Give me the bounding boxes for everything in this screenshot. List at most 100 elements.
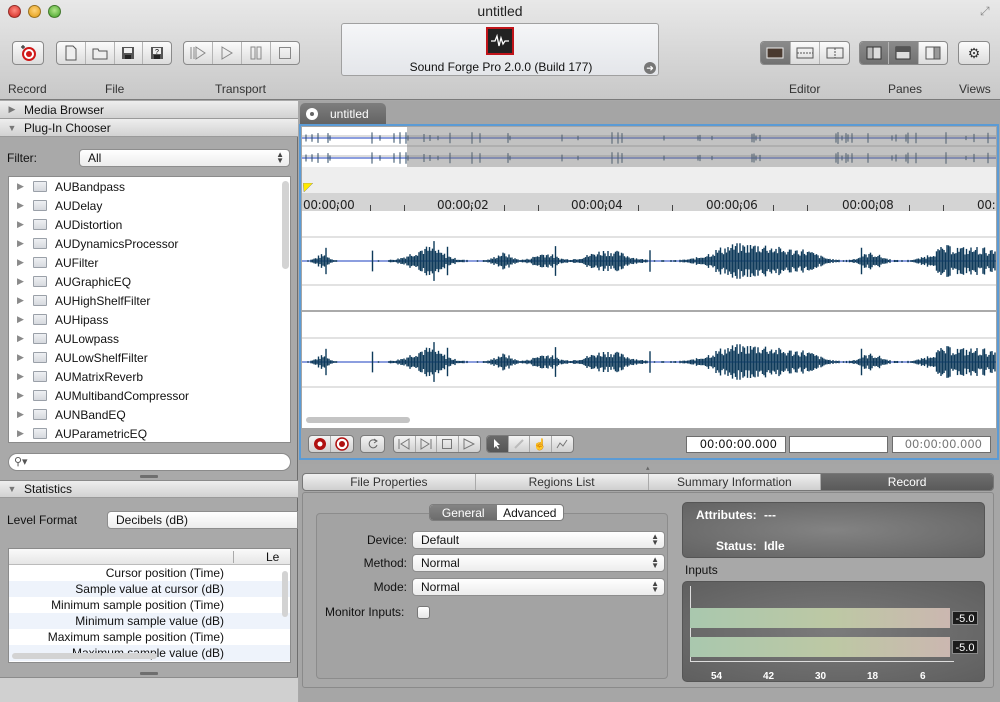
level-column-header[interactable]: Le xyxy=(266,550,279,564)
plugin-folder-icon xyxy=(33,238,47,249)
pane-left-button[interactable] xyxy=(860,42,890,64)
splitter-handle[interactable] xyxy=(140,672,158,675)
plugin-folder-icon xyxy=(33,371,47,382)
plugin-list-item[interactable]: ▶ AUMultibandCompressor xyxy=(9,386,290,405)
editor-single-view-button[interactable] xyxy=(761,42,791,64)
plugin-list-item[interactable]: ▶ AUDynamicsProcessor xyxy=(9,234,290,253)
plugin-list-item[interactable]: ▶ AUBandpass xyxy=(9,177,290,196)
general-tab[interactable]: General xyxy=(430,505,497,520)
stop-button[interactable] xyxy=(437,436,459,452)
scrub-tool-button[interactable]: ☝ xyxy=(530,436,552,452)
new-file-button[interactable] xyxy=(57,42,86,64)
device-select[interactable]: Default ▲ ▼ xyxy=(412,531,665,549)
record-button[interactable] xyxy=(12,41,44,65)
record-stop-button[interactable] xyxy=(309,436,331,452)
plugin-list-scrollbar[interactable] xyxy=(282,181,289,269)
plugin-name: AUMatrixReverb xyxy=(55,369,144,384)
plugin-list-item[interactable]: ▶ AUParametricEQ xyxy=(9,424,290,442)
open-file-button[interactable] xyxy=(86,42,115,64)
document-tab[interactable]: untitled xyxy=(300,103,386,124)
editor-stacked-view-button[interactable] xyxy=(791,42,821,64)
plugin-folder-icon xyxy=(33,428,47,439)
disclosure-right-icon[interactable]: ▶ xyxy=(17,181,27,192)
edit-tool-button[interactable] xyxy=(487,436,509,452)
disclosure-right-icon[interactable]: ▶ xyxy=(17,352,27,363)
disclosure-right-icon[interactable]: ▶ xyxy=(17,219,27,230)
plugin-list[interactable]: ▶ AUBandpass ▶ AUDelay ▶ AUDistortion ▶ AUDynam… xyxy=(8,176,291,443)
plugin-chooser-header[interactable]: ▼ Plug-In Chooser xyxy=(0,119,298,137)
disclosure-right-icon[interactable]: ▶ xyxy=(17,333,27,344)
arrow-right-icon[interactable]: ➜ xyxy=(644,62,656,74)
tab-summary-information[interactable]: Summary Information xyxy=(649,474,822,490)
marker-bar[interactable] xyxy=(302,167,996,193)
method-select[interactable]: Normal ▲ ▼ xyxy=(412,554,665,572)
splitter-handle[interactable] xyxy=(140,475,158,478)
monitor-inputs-checkbox[interactable] xyxy=(417,606,430,619)
filter-select[interactable]: All ▲ ▼ xyxy=(79,149,290,167)
disclosure-right-icon[interactable]: ▶ xyxy=(17,371,27,382)
save-as-button[interactable]: ? xyxy=(143,42,171,64)
stats-hscroll[interactable] xyxy=(12,653,157,659)
stop-button[interactable] xyxy=(271,42,299,64)
start-marker-icon[interactable] xyxy=(303,183,315,193)
disclosure-right-icon[interactable]: ▶ xyxy=(17,200,27,211)
disclosure-right-icon[interactable]: ▶ xyxy=(17,276,27,287)
stacked-view-icon xyxy=(796,47,814,59)
plugin-list-item[interactable]: ▶ AUNBandEQ xyxy=(9,405,290,424)
fullscreen-icon[interactable]: ⤢ xyxy=(980,4,990,19)
plugin-search-input[interactable]: ⚲▾ xyxy=(8,453,291,471)
waveform-hscrollbar[interactable] xyxy=(306,417,410,423)
play-button[interactable] xyxy=(213,42,242,64)
plugin-list-item[interactable]: ▶ AUDistortion xyxy=(9,215,290,234)
plugin-list-item[interactable]: ▶ AUHighShelfFilter xyxy=(9,291,290,310)
play-all-button[interactable] xyxy=(184,42,213,64)
disclosure-right-icon[interactable]: ▶ xyxy=(17,238,27,249)
tab-record[interactable]: Record xyxy=(821,474,993,490)
plugin-list-item[interactable]: ▶ AUDelay xyxy=(9,196,290,215)
plugin-list-item[interactable]: ▶ AUHipass xyxy=(9,310,290,329)
editor-split-view-button[interactable] xyxy=(820,42,849,64)
disclosure-right-icon[interactable]: ▶ xyxy=(17,314,27,325)
cursor-arrow-icon xyxy=(494,439,501,449)
pane-right-button[interactable] xyxy=(919,42,947,64)
play-button[interactable] xyxy=(459,436,480,452)
plugin-list-item[interactable]: ▶ AUMatrixReverb xyxy=(9,367,290,386)
plugin-list-item[interactable]: ▶ AULowShelfFilter xyxy=(9,348,290,367)
resize-handle-icon[interactable]: ▴ xyxy=(646,464,650,472)
pencil-tool-button[interactable] xyxy=(509,436,530,452)
disclosure-right-icon[interactable]: ▶ xyxy=(17,428,27,439)
close-tab-icon[interactable] xyxy=(306,107,318,120)
mode-select[interactable]: Normal ▲ ▼ xyxy=(412,578,665,596)
disclosure-right-icon[interactable]: ▶ xyxy=(17,409,27,420)
overview-view-region[interactable] xyxy=(407,127,996,167)
pause-button[interactable] xyxy=(242,42,271,64)
advanced-tab[interactable]: Advanced xyxy=(497,505,564,520)
envelope-tool-button[interactable] xyxy=(552,436,573,452)
waveform-display[interactable] xyxy=(302,211,996,412)
go-to-start-button[interactable] xyxy=(394,436,416,452)
playback-controls xyxy=(393,435,481,453)
selection-end-field[interactable]: 00:00:00.000 xyxy=(892,436,991,453)
tab-file-properties[interactable]: File Properties xyxy=(303,474,476,490)
pane-bottom-button[interactable] xyxy=(889,42,919,64)
level-format-select[interactable]: Decibels (dB) xyxy=(107,511,298,529)
stats-vscroll[interactable] xyxy=(282,571,288,617)
loop-button[interactable] xyxy=(360,435,385,453)
tab-regions-list[interactable]: Regions List xyxy=(476,474,649,490)
disclosure-right-icon[interactable]: ▶ xyxy=(17,257,27,268)
plugin-list-item[interactable]: ▶ AUGraphicEQ xyxy=(9,272,290,291)
plugin-list-item[interactable]: ▶ AUFilter xyxy=(9,253,290,272)
disclosure-right-icon[interactable]: ▶ xyxy=(17,390,27,401)
plugin-name: AUBandpass xyxy=(55,179,126,194)
views-button[interactable]: ⚙ xyxy=(958,41,990,65)
go-to-end-button[interactable] xyxy=(416,436,437,452)
sidebar-footer xyxy=(0,677,298,702)
save-button[interactable] xyxy=(115,42,144,64)
media-browser-header[interactable]: ▶ Media Browser xyxy=(0,101,298,119)
selection-start-field[interactable]: 00:00:00.000 xyxy=(686,436,786,453)
disclosure-right-icon[interactable]: ▶ xyxy=(17,295,27,306)
statistics-header[interactable]: ▼ Statistics xyxy=(0,480,298,498)
selection-length-field[interactable] xyxy=(789,436,888,453)
record-arm-button[interactable] xyxy=(331,436,353,452)
plugin-list-item[interactable]: ▶ AULowpass xyxy=(9,329,290,348)
